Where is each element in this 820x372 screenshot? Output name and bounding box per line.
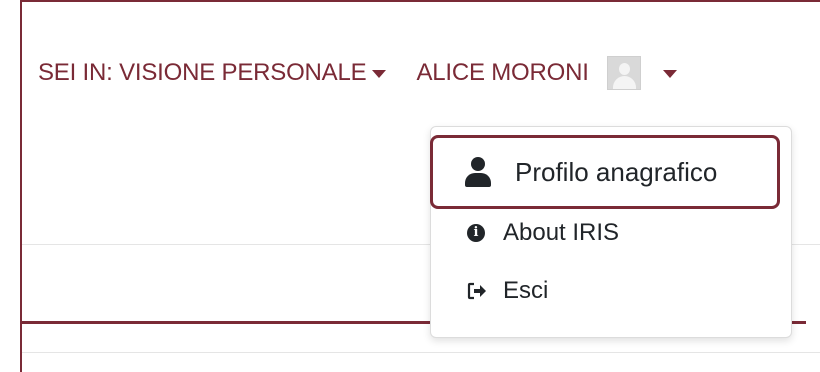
divider: [22, 352, 820, 353]
avatar-body: [612, 76, 636, 89]
top-navbar: SEI IN: VISIONE PERSONALE ALICE MORONI: [38, 56, 677, 90]
user-icon: [465, 157, 491, 187]
context-dropdown-toggle[interactable]: SEI IN: VISIONE PERSONALE: [38, 59, 387, 87]
avatar: [606, 56, 641, 90]
caret-down-icon: [662, 70, 677, 78]
menu-item-esci[interactable]: Esci: [467, 277, 548, 305]
info-circle-icon: i: [467, 224, 485, 242]
user-dropdown-toggle[interactable]: ALICE MORONI: [416, 56, 677, 90]
menu-item-profilo-anagrafico[interactable]: Profilo anagrafico: [430, 135, 780, 209]
menu-item-label: Profilo anagrafico: [515, 156, 718, 187]
menu-item-label: About IRIS: [503, 219, 620, 246]
sign-out-icon: [467, 282, 486, 300]
avatar-head: [618, 63, 630, 75]
menu-item-label: Esci: [503, 277, 549, 304]
context-label: SEI IN: VISIONE PERSONALE: [38, 59, 367, 86]
user-dropdown-menu: Profilo anagrafico i About IRIS Esci: [430, 126, 792, 338]
user-name: ALICE MORONI: [416, 59, 589, 86]
caret-down-icon: [372, 70, 387, 78]
menu-item-about-iris[interactable]: i About IRIS: [467, 219, 619, 247]
